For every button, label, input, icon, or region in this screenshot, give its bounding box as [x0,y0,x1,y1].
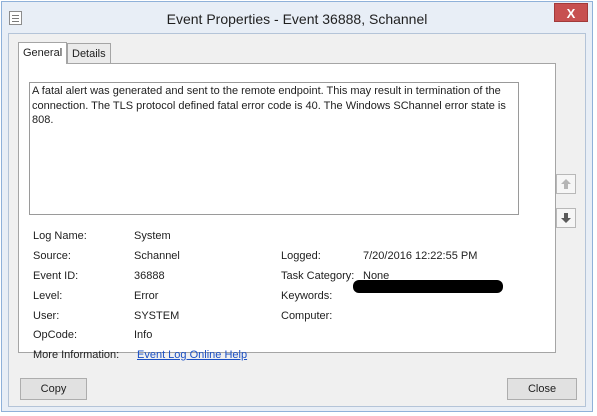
next-event-button[interactable] [556,208,576,228]
event-log-online-help-link[interactable]: Event Log Online Help [137,349,247,361]
event-description[interactable]: A fatal alert was generated and sent to … [29,82,519,215]
previous-event-button[interactable] [556,174,576,194]
computer-value-redaction [353,280,503,293]
tab-general[interactable]: General [18,42,68,64]
dialog-client-area: General Details A fatal alert was genera… [8,33,586,407]
user-label: User: [33,310,60,322]
log-name-label: Log Name: [33,230,87,242]
source-value: Schannel [134,250,180,262]
arrow-up-icon [561,179,571,189]
level-label: Level: [33,290,63,302]
logged-value: 7/20/2016 12:22:55 PM [363,250,478,262]
window-title: Event Properties - Event 36888, Schannel [166,11,428,27]
event-properties-window: Event Properties - Event 36888, Schannel… [1,1,593,412]
general-tab-panel: A fatal alert was generated and sent to … [18,63,556,361]
user-value: SYSTEM [134,310,180,322]
event-id-value: 36888 [134,270,165,282]
log-name-value: System [134,230,171,242]
window-close-button[interactable]: X [554,3,588,22]
tab-details[interactable]: Details [67,43,111,63]
opcode-label: OpCode: [33,329,78,341]
source-label: Source: [33,250,71,262]
more-information-label: More Information: [33,349,120,361]
copy-button[interactable]: Copy [20,378,87,400]
opcode-value: Info [134,329,153,341]
title-bar[interactable]: Event Properties - Event 36888, Schannel… [2,2,592,34]
close-button[interactable]: Close [507,378,577,400]
computer-label: Computer: [281,310,333,322]
keywords-label: Keywords: [281,290,333,302]
task-category-label: Task Category: [281,270,355,282]
event-id-label: Event ID: [33,270,79,282]
logged-label: Logged: [281,250,321,262]
arrow-down-icon [561,213,571,223]
level-value: Error [134,290,159,302]
